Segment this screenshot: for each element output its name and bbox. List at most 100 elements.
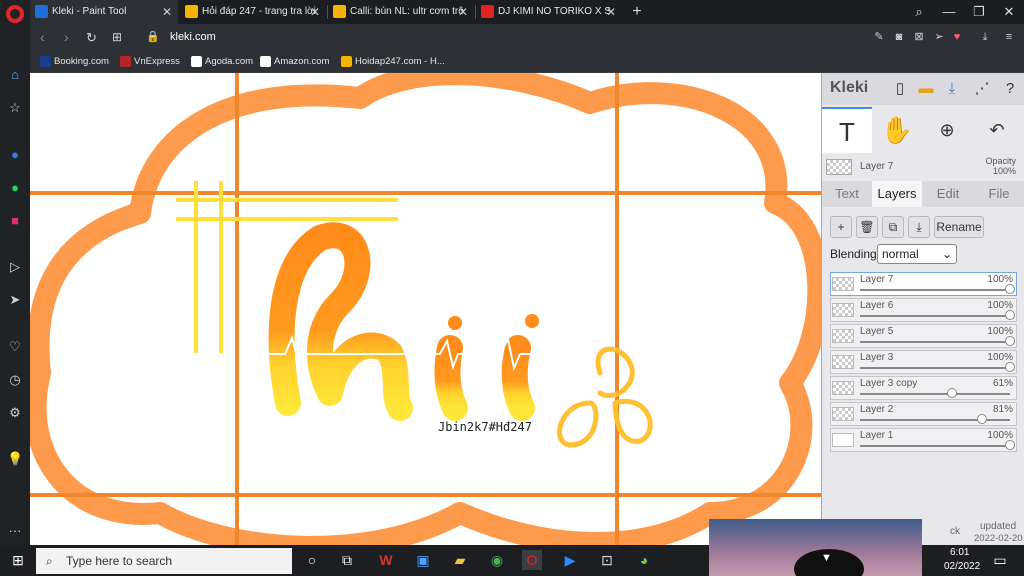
layer-item[interactable]: Layer 3 100% bbox=[830, 350, 1017, 374]
tab-kleki[interactable]: Kleki - Paint Tool ✕ bbox=[30, 0, 178, 24]
close-tab-icon[interactable]: ✕ bbox=[606, 0, 616, 24]
whatsapp-icon[interactable]: ● bbox=[7, 180, 23, 196]
settings-icon[interactable]: ⚙ bbox=[7, 405, 23, 421]
opacity-slider-handle[interactable] bbox=[1005, 310, 1015, 320]
merge-layer-icon[interactable]: ⤓ bbox=[908, 216, 930, 238]
heart-icon[interactable]: ♡ bbox=[7, 339, 23, 355]
opacity-slider-track[interactable] bbox=[860, 393, 1010, 395]
bookmark-amazon[interactable]: Amazon.com bbox=[260, 51, 329, 73]
opacity-slider-track[interactable] bbox=[860, 367, 1010, 369]
opacity-slider-handle[interactable] bbox=[946, 388, 957, 398]
forward-icon[interactable]: › bbox=[64, 24, 69, 51]
camera-icon[interactable]: ◙ bbox=[892, 30, 906, 44]
layer-name: Layer 3 bbox=[860, 352, 894, 363]
rename-button[interactable]: Rename bbox=[934, 216, 984, 238]
opacity-slider-track[interactable] bbox=[860, 341, 1010, 343]
opacity-slider-handle[interactable] bbox=[1005, 440, 1015, 450]
layer-item[interactable]: Layer 1 100% bbox=[830, 428, 1017, 452]
bookmark-agoda[interactable]: Agoda.com bbox=[191, 51, 253, 73]
help-icon[interactable]: ? bbox=[1000, 79, 1020, 99]
layer-item[interactable]: Layer 7 100% bbox=[830, 272, 1017, 296]
opacity-slider-handle[interactable] bbox=[1005, 362, 1015, 372]
messenger-icon[interactable]: ● bbox=[7, 147, 23, 163]
drawing-canvas[interactable]: Jbin2k7#Hđ247 bbox=[30, 73, 821, 545]
opacity-slider-handle[interactable] bbox=[1005, 284, 1015, 294]
opacity-slider-track[interactable] bbox=[860, 289, 1010, 291]
restore-icon[interactable]: ❐ bbox=[964, 0, 994, 24]
speed-dial-icon[interactable]: ⊞ bbox=[112, 24, 122, 51]
text-tool-icon[interactable]: T bbox=[822, 107, 872, 153]
tab-hoidap[interactable]: Hỏi đáp 247 - trang tra lời ✕ bbox=[180, 0, 326, 24]
new-image-icon[interactable]: ▯ bbox=[890, 79, 910, 99]
tab-layers[interactable]: Layers bbox=[872, 181, 922, 207]
more-icon[interactable]: ··· bbox=[7, 523, 23, 539]
cortana-icon[interactable]: ○ bbox=[302, 550, 322, 570]
opera-taskbar-icon[interactable]: O bbox=[522, 550, 542, 570]
minimize-icon[interactable]: — bbox=[934, 0, 964, 24]
save-icon[interactable]: ▬ bbox=[916, 79, 936, 99]
instagram-icon[interactable]: ■ bbox=[7, 213, 23, 229]
edit-icon[interactable]: ✎ bbox=[872, 30, 886, 44]
tab-edit[interactable]: Edit bbox=[923, 181, 973, 207]
tab-youtube[interactable]: DJ KIMI NO TORIKO X S ✕ bbox=[476, 0, 622, 24]
lightbulb-icon[interactable]: 💡 bbox=[7, 451, 23, 467]
opacity-slider-track[interactable] bbox=[860, 445, 1010, 447]
bookmark-hoidap[interactable]: Hoidap247.com - H... bbox=[341, 51, 445, 73]
opacity-slider-handle[interactable] bbox=[976, 414, 987, 424]
layer-item[interactable]: Layer 6 100% bbox=[830, 298, 1017, 322]
send-icon[interactable]: ➤ bbox=[7, 292, 23, 308]
task-view-icon[interactable]: ⧉ bbox=[337, 550, 357, 570]
computer-icon[interactable]: ▣ bbox=[413, 550, 433, 570]
tab-file[interactable]: File bbox=[974, 181, 1024, 207]
menu-icon[interactable]: ≡ bbox=[1002, 30, 1016, 44]
new-tab-icon[interactable]: + bbox=[622, 0, 652, 24]
opacity-slider-handle[interactable] bbox=[1005, 336, 1015, 346]
opacity-slider-track[interactable] bbox=[860, 315, 1010, 317]
chrome-icon[interactable]: ◉ bbox=[487, 550, 507, 570]
close-tab-icon[interactable]: ✕ bbox=[162, 0, 172, 24]
favorite-heart-icon[interactable]: ♥ bbox=[950, 30, 964, 44]
tab-calli[interactable]: Calli: bùn NL: ultr cơm trô ✕ bbox=[328, 0, 474, 24]
delete-layer-icon[interactable]: 🗑 bbox=[856, 216, 878, 238]
app-icon[interactable]: ⊡ bbox=[597, 550, 617, 570]
url-field[interactable]: kleki.com bbox=[170, 24, 216, 51]
player-icon[interactable]: ▷ bbox=[7, 259, 23, 275]
duplicate-layer-icon[interactable]: ⧉ bbox=[882, 216, 904, 238]
close-window-icon[interactable]: ✕ bbox=[994, 0, 1024, 24]
home-icon[interactable]: ⌂ bbox=[7, 67, 23, 83]
wps-icon[interactable]: W bbox=[376, 550, 396, 570]
history-icon[interactable]: ◷ bbox=[7, 372, 23, 388]
add-layer-icon[interactable]: + bbox=[830, 216, 852, 238]
back-icon[interactable]: ‹ bbox=[40, 24, 45, 51]
hand-tool-icon[interactable]: ✋ bbox=[874, 107, 920, 153]
layer-item[interactable]: Layer 3 copy 61% bbox=[830, 376, 1017, 400]
zoom-app-icon[interactable]: ▶ bbox=[560, 550, 580, 570]
notification-icon[interactable]: ▭ bbox=[990, 550, 1010, 570]
video-overlay[interactable]: ▼ bbox=[709, 519, 922, 576]
vpn-icon[interactable]: ⊠ bbox=[912, 30, 926, 44]
zoom-icon[interactable]: ⊕ bbox=[924, 107, 970, 153]
opera-logo-icon[interactable] bbox=[6, 5, 24, 23]
layer-item[interactable]: Layer 2 81% bbox=[830, 402, 1017, 426]
flow-icon[interactable]: ➢ bbox=[932, 30, 946, 44]
download-icon[interactable]: ⤓ bbox=[942, 79, 962, 99]
bookmark-booking[interactable]: Booking.com bbox=[40, 51, 109, 73]
undo-icon[interactable]: ↶ bbox=[974, 107, 1020, 153]
opacity-slider-track[interactable] bbox=[860, 419, 1010, 421]
pinboard-icon[interactable]: ☆ bbox=[7, 100, 23, 116]
tab-title: DJ KIMI NO TORIKO X S bbox=[498, 6, 611, 17]
browser-app-icon[interactable]: ◕ bbox=[634, 550, 654, 570]
reload-icon[interactable]: ↻ bbox=[86, 24, 97, 51]
taskbar-search[interactable]: ⌕ Type here to search bbox=[36, 548, 292, 574]
download-icon[interactable]: ⤓ bbox=[978, 30, 992, 44]
blending-select[interactable]: normal ⌄ bbox=[877, 244, 957, 264]
share-icon[interactable]: ⋰ bbox=[972, 79, 992, 99]
close-tab-icon[interactable]: ✕ bbox=[310, 0, 320, 24]
search-tabs-icon[interactable]: ⌕ bbox=[904, 0, 934, 24]
windows-start-icon[interactable]: ⊞ bbox=[8, 550, 28, 570]
bookmark-vnexpress[interactable]: VnExpress bbox=[120, 51, 180, 73]
layer-item[interactable]: Layer 5 100% bbox=[830, 324, 1017, 348]
file-explorer-icon[interactable]: ▰ bbox=[450, 550, 470, 570]
tab-text[interactable]: Text bbox=[822, 181, 872, 207]
close-tab-icon[interactable]: ✕ bbox=[458, 0, 468, 24]
